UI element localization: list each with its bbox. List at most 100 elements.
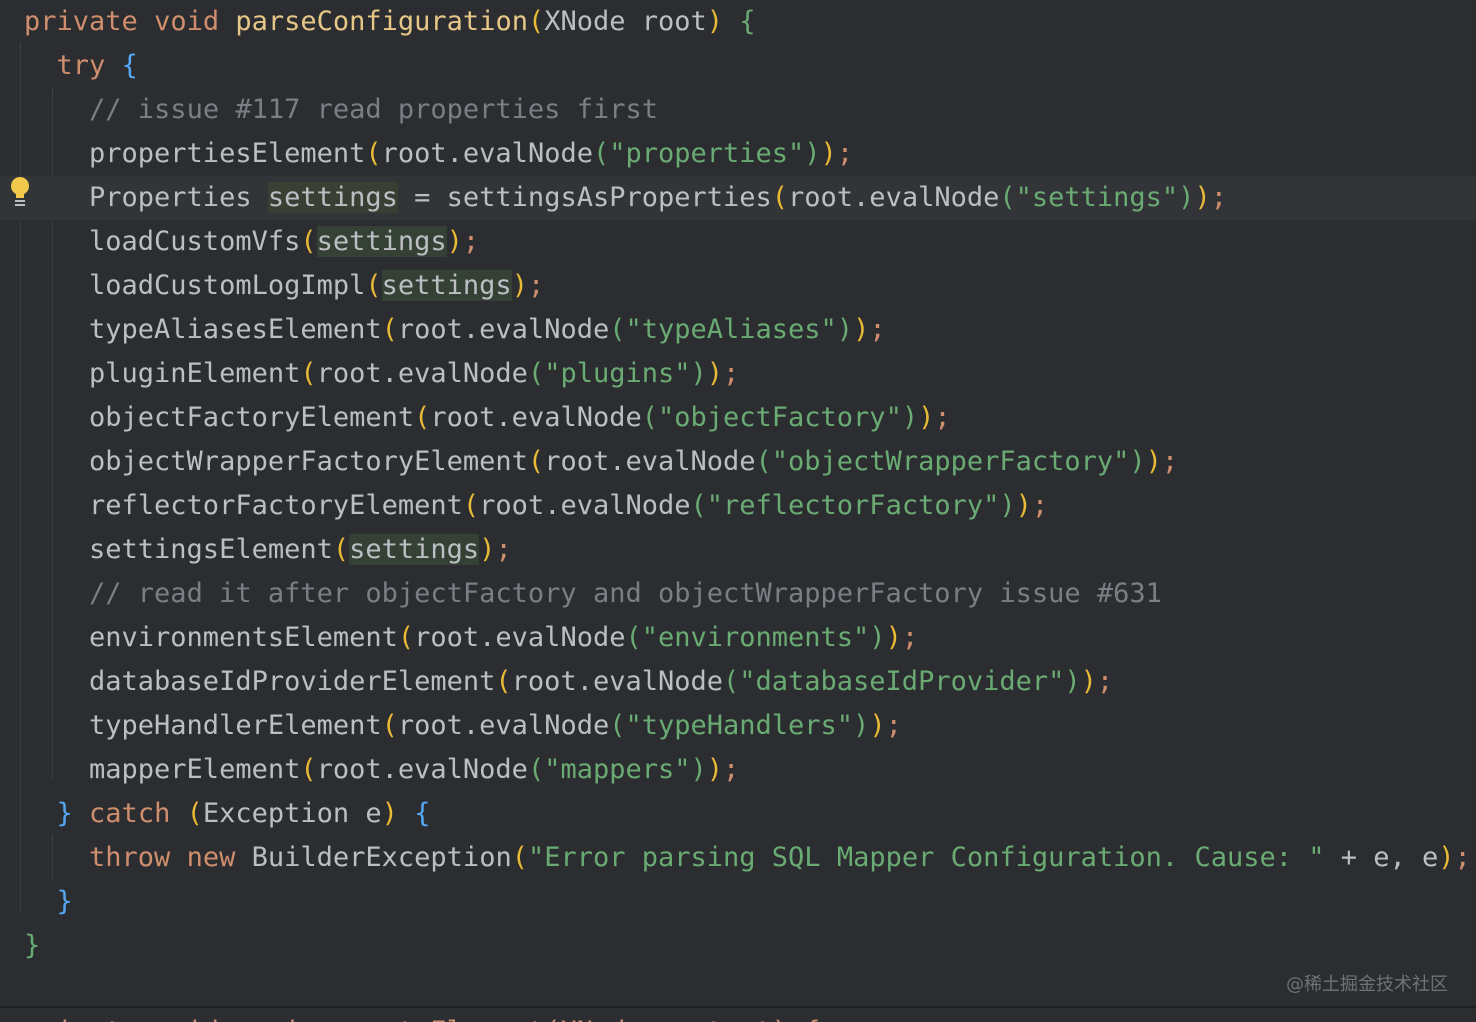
code-token: root.evalNode [397, 710, 610, 741]
code-token: pluginElement [24, 358, 301, 389]
code-token: { [414, 798, 431, 829]
code-token: ) [381, 798, 398, 829]
code-line[interactable]: loadCustomLogImpl(settings); [0, 264, 1476, 308]
code-token: ("environments") [625, 622, 886, 653]
code-text: propertiesElement(root.evalNode("propert… [24, 132, 853, 176]
code-token: Properties [24, 182, 268, 213]
code-line[interactable]: private void parseConfiguration(XNode ro… [0, 0, 1476, 44]
code-text: typeAliasesElement(root.evalNode("typeAl… [24, 308, 886, 352]
code-token: ) [1194, 182, 1211, 213]
code-text: loadCustomVfs(settings); [24, 220, 479, 264]
code-token: ( [397, 622, 415, 653]
code-token: ) [1438, 842, 1455, 873]
code-token: try [56, 50, 106, 81]
code-token: catch [89, 798, 171, 829]
code-text: typeHandlerElement(root.evalNode("typeHa… [24, 704, 902, 748]
code-line[interactable]: // read it after objectFactory and objec… [0, 572, 1476, 616]
method-separator [0, 1006, 1476, 1008]
code-line[interactable]: throw new BuilderException("Error parsin… [0, 836, 1476, 880]
code-token: ("typeAliases") [609, 314, 854, 345]
code-token: } [56, 798, 73, 829]
code-line[interactable]: propertiesElement(root.evalNode("propert… [0, 132, 1476, 176]
code-token: objectFactoryElement [24, 402, 415, 433]
code-token: ( [771, 182, 789, 213]
code-token: ; [723, 754, 740, 785]
next-method-line-partial: private void environmentsElement(XNode c… [24, 1010, 821, 1022]
code-token: ("mappers") [527, 754, 707, 785]
code-token: throw [89, 842, 171, 873]
code-line[interactable]: typeHandlerElement(root.evalNode("typeHa… [0, 704, 1476, 748]
code-token: ( [300, 754, 317, 785]
code-line[interactable]: settingsElement(settings); [0, 528, 1476, 572]
code-line[interactable]: pluginElement(root.evalNode("plugins")); [0, 352, 1476, 396]
code-token: ("objectFactory") [641, 402, 919, 433]
code-token: loadCustomVfs [24, 226, 301, 257]
code-token: ; [462, 226, 480, 257]
code-text: } [24, 880, 73, 924]
code-token: databaseIdProviderElement [24, 666, 496, 697]
code-token: ( [527, 446, 545, 477]
code-token: ) [479, 534, 496, 565]
code-token: ( [186, 798, 203, 829]
code-token: ) [706, 6, 724, 37]
code-line[interactable]: try { [0, 44, 1476, 88]
code-line[interactable]: // issue #117 read properties first [0, 88, 1476, 132]
code-text: objectWrapperFactoryElement(root.evalNod… [24, 440, 1178, 484]
code-token: private [24, 6, 138, 37]
code-token: root.evalNode [381, 138, 593, 169]
code-token: ) [446, 226, 463, 257]
code-token: ; [885, 710, 902, 741]
code-line[interactable]: objectFactoryElement(root.evalNode("obje… [0, 396, 1476, 440]
code-token: ; [869, 314, 886, 345]
code-line[interactable]: } catch (Exception e) { [0, 792, 1476, 836]
code-token: ( [365, 138, 382, 169]
code-line[interactable]: loadCustomVfs(settings); [0, 220, 1476, 264]
code-line[interactable]: typeAliasesElement(root.evalNode("typeAl… [0, 308, 1476, 352]
code-line[interactable]: databaseIdProviderElement(root.evalNode(… [0, 660, 1476, 704]
code-token: ( [381, 710, 398, 741]
code-token: mapperElement [24, 754, 301, 785]
code-token: { [121, 50, 138, 81]
code-text: mapperElement(root.evalNode("mappers")); [24, 748, 739, 792]
code-token: { [739, 6, 756, 37]
code-text: // read it after objectFactory and objec… [24, 572, 1162, 616]
code-token: root.evalNode [316, 358, 528, 389]
code-token: ( [495, 666, 512, 697]
code-token: new [186, 842, 236, 873]
code-token: ("properties") [592, 138, 821, 169]
code-text: throw new BuilderException("Error parsin… [24, 836, 1471, 880]
code-token: ) [706, 754, 724, 785]
code-line[interactable]: reflectorFactoryElement(root.evalNode("r… [0, 484, 1476, 528]
code-token: ; [1454, 842, 1471, 873]
code-token: ) [853, 314, 870, 345]
code-token: ) [820, 138, 837, 169]
code-text: private void parseConfiguration(XNode ro… [24, 0, 756, 44]
code-token: ("reflectorFactory") [690, 490, 1016, 521]
code-line[interactable]: environmentsElement(root.evalNode("envir… [0, 616, 1476, 660]
code-line[interactable]: Properties settings = settingsAsProperti… [0, 176, 1476, 220]
code-line[interactable]: objectWrapperFactoryElement(root.evalNod… [0, 440, 1476, 484]
code-line[interactable]: } [0, 880, 1476, 924]
code-token: ("settings") [999, 182, 1195, 213]
code-token: // issue #117 read properties first [89, 94, 658, 125]
code-line[interactable]: } [0, 924, 1476, 968]
code-text: } [24, 924, 40, 968]
code-token: root.evalNode [511, 666, 723, 697]
code-token: root.evalNode [788, 182, 1000, 213]
code-token: root.evalNode [430, 402, 642, 433]
code-token: } [24, 930, 41, 961]
code-text: databaseIdProviderElement(root.evalNode(… [24, 660, 1113, 704]
code-token: ) [918, 402, 935, 433]
code-token: "Error parsing SQL Mapper Configuration.… [527, 842, 1325, 873]
code-line[interactable]: mapperElement(root.evalNode("mappers")); [0, 748, 1476, 792]
lightbulb-icon[interactable] [8, 175, 32, 209]
code-text: settingsElement(settings); [24, 528, 512, 572]
code-editor[interactable]: private void parseConfiguration(XNode ro… [0, 0, 1476, 1022]
